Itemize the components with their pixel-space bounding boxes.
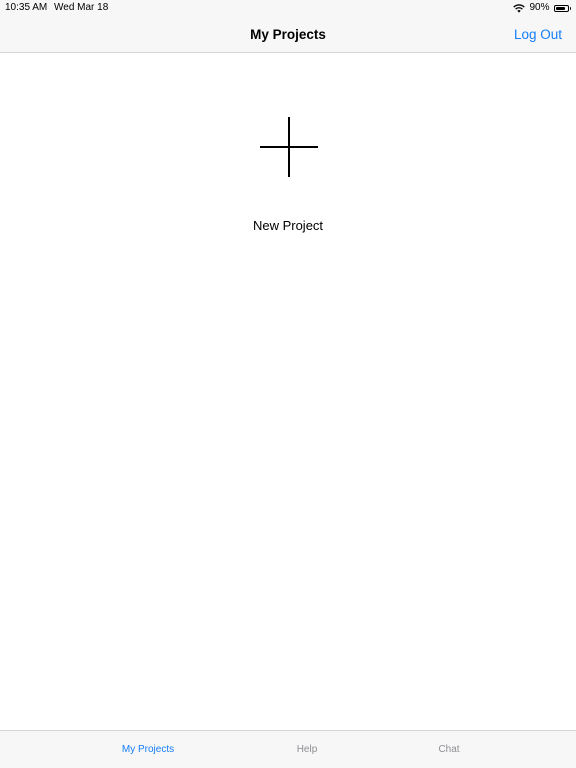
app-screen: 10:35 AM Wed Mar 18 90% My Projects Log … xyxy=(0,0,576,768)
plus-icon xyxy=(260,117,318,177)
tab-bar: My Projects Help Chat xyxy=(0,730,576,768)
page-title: My Projects xyxy=(250,27,326,42)
tab-my-projects[interactable]: My Projects xyxy=(98,731,198,768)
tab-chat[interactable]: Chat xyxy=(399,731,499,768)
navigation-bar: My Projects Log Out xyxy=(0,16,576,53)
battery-tip xyxy=(569,6,571,10)
status-date: Wed Mar 18 xyxy=(54,2,109,13)
battery-percent: 90% xyxy=(529,2,550,13)
status-bar: 10:35 AM Wed Mar 18 90% xyxy=(0,0,576,16)
status-time: 10:35 AM xyxy=(5,2,48,13)
battery-fill xyxy=(555,6,566,10)
battery-body xyxy=(553,4,569,12)
wifi-icon xyxy=(513,3,526,13)
log-out-button[interactable]: Log Out xyxy=(514,16,562,53)
new-project-label: New Project xyxy=(252,218,324,233)
status-indicators: 90% xyxy=(513,0,571,16)
plus-vertical-stroke xyxy=(288,117,290,177)
new-project-button[interactable]: New Project xyxy=(228,110,348,240)
battery-icon xyxy=(553,4,571,12)
tab-help[interactable]: Help xyxy=(257,731,357,768)
